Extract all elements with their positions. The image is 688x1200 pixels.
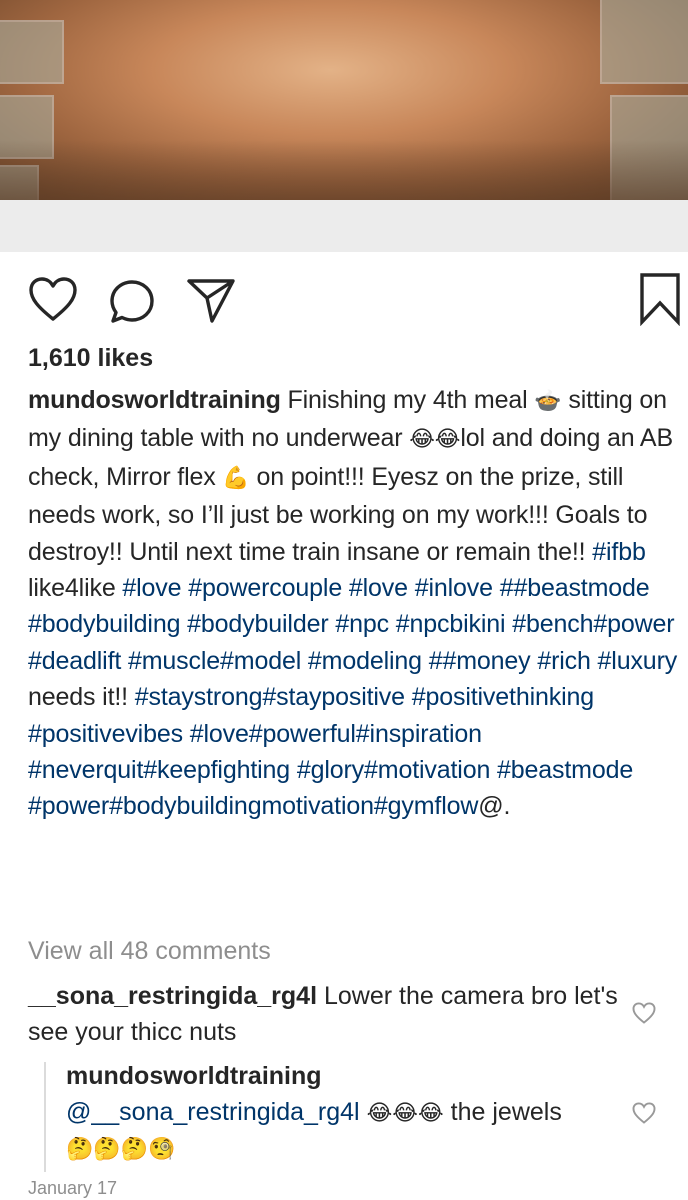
caption-text-segment: [490, 756, 497, 784]
hashtag-link[interactable]: #love: [349, 574, 408, 602]
caption-text-segment: [405, 683, 412, 711]
paper-plane-icon[interactable]: [186, 276, 236, 329]
reply-mention[interactable]: @__sona_restringida_rg4l: [66, 1098, 360, 1126]
comment-username[interactable]: __sona_restringida_rg4l: [28, 982, 317, 1010]
hashtag-link[interactable]: #beastmode: [497, 756, 633, 784]
caption-text-segment: [389, 610, 396, 638]
comment-item: __sona_restringida_rg4l Lower the camera…: [28, 978, 628, 1050]
reply-thread-line: [44, 1062, 46, 1172]
hashtag-link[interactable]: #positivethinking: [412, 683, 594, 711]
hashtag-link[interactable]: #bodybuilder: [187, 610, 329, 638]
caption-emoji: 🍲: [534, 389, 562, 414]
hashtag-link[interactable]: #npcbikini: [396, 610, 506, 638]
hashtag-link[interactable]: #neverquit#keepfighting: [28, 756, 290, 784]
bookmark-icon[interactable]: [638, 272, 682, 331]
caption-text-segment: [121, 647, 128, 675]
caption-text-segment: [493, 574, 500, 602]
hashtag-link[interactable]: #positivevibes: [28, 720, 183, 748]
caption-username[interactable]: mundosworldtraining: [28, 386, 281, 414]
post-date: January 17: [28, 1178, 118, 1198]
caption-emoji: 💪: [222, 465, 250, 491]
hashtag-link[interactable]: #rich: [537, 647, 591, 675]
hashtag-link[interactable]: #muscle#model: [128, 647, 301, 675]
photo-wall-tile: [600, 0, 688, 84]
post-action-bar: [0, 270, 688, 330]
hashtag-link[interactable]: #powercouple: [188, 574, 342, 602]
hashtag-link[interactable]: #bodybuilding: [28, 610, 181, 638]
caption-text-segment: [183, 720, 190, 748]
hashtag-link[interactable]: #bench#power: [512, 610, 674, 638]
photo-bottom-margin: [0, 200, 688, 252]
caption-text-segment: [422, 647, 429, 675]
reply-laughing-emojis: 😂😂😂: [366, 1101, 444, 1126]
photo-shade: [0, 140, 688, 200]
hashtag-link[interactable]: #inlove: [415, 574, 493, 602]
post-caption: mundosworldtraining Finishing my 4th mea…: [28, 382, 678, 825]
reply-like-heart-icon[interactable]: [632, 1102, 656, 1129]
hashtag-link[interactable]: #luxury: [598, 647, 678, 675]
view-all-comments-link[interactable]: View all 48 comments: [28, 937, 271, 966]
caption-text-segment: [342, 574, 349, 602]
hashtag-link[interactable]: ##money: [429, 647, 531, 675]
heart-icon[interactable]: [28, 276, 78, 327]
hashtag-link[interactable]: #ifbb: [592, 538, 646, 566]
caption-text-segment: [301, 647, 308, 675]
likes-count[interactable]: 1,610 likes: [28, 344, 153, 373]
hashtag-link[interactable]: ##beastmode: [500, 574, 650, 602]
caption-text-segment: [591, 647, 598, 675]
caption-text-segment: [408, 574, 415, 602]
hashtag-link[interactable]: #love: [122, 574, 181, 602]
hashtag-link[interactable]: #glory#motivation: [297, 756, 491, 784]
caption-text-segment: Finishing my 4th meal: [287, 386, 535, 414]
hashtag-link[interactable]: #deadlift: [28, 647, 121, 675]
hashtag-link[interactable]: #npc: [335, 610, 389, 638]
reply-username[interactable]: mundosworldtraining: [66, 1058, 626, 1094]
post-photo[interactable]: [0, 0, 688, 200]
reply-thinking-emojis: 🤔🤔🤔🧐: [66, 1137, 176, 1162]
hashtag-link[interactable]: #modeling: [308, 647, 422, 675]
photo-wall-tile: [0, 20, 64, 84]
hashtag-link[interactable]: #staystrong#staypositive: [135, 683, 405, 711]
comment-bubble-icon[interactable]: [108, 278, 156, 331]
reply-text: the jewels: [450, 1098, 562, 1126]
hashtag-link[interactable]: #power#bodybuildingmotivation#gymflow: [28, 792, 478, 820]
caption-text-segment: needs it!!: [28, 683, 135, 712]
comment-like-heart-icon[interactable]: [632, 1002, 656, 1029]
caption-text-segment: @.: [478, 792, 511, 821]
caption-emoji: 😂😂: [409, 427, 461, 453]
reply-item: mundosworldtraining @__sona_restringida_…: [66, 1058, 626, 1168]
caption-text: Finishing my 4th meal 🍲 sitting on my di…: [28, 386, 677, 820]
caption-text-segment: like4like: [28, 574, 123, 603]
caption-text-segment: [290, 756, 297, 784]
hashtag-link[interactable]: #love#powerful#inspiration: [190, 720, 482, 748]
